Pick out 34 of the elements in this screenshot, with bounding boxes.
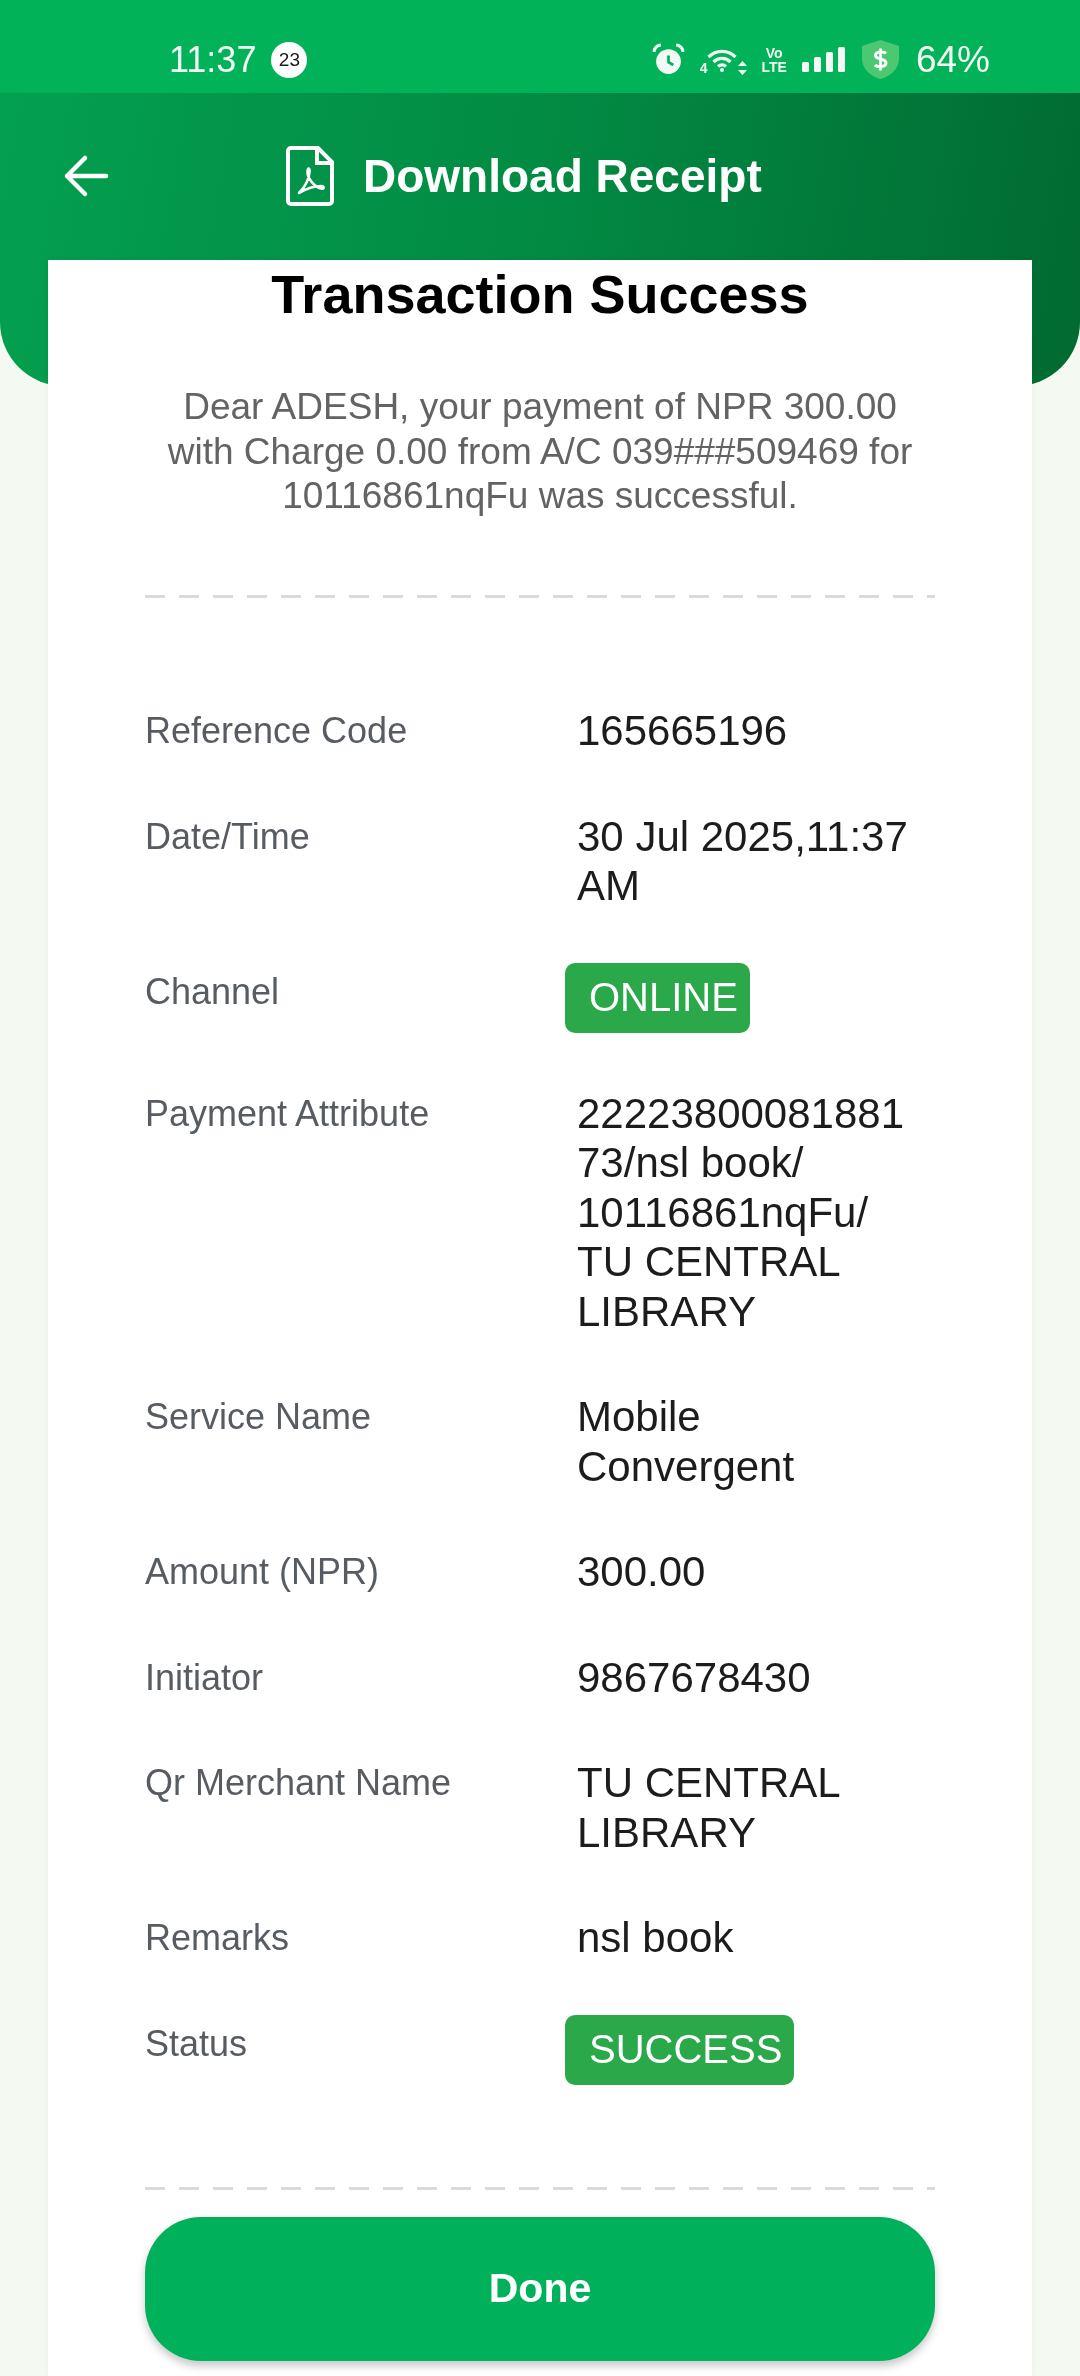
detail-value: 2222380008188173/nsl book/10116861nqFu/TU CENTRAL LIBRARY bbox=[577, 1088, 906, 1336]
detail-label: Remarks bbox=[145, 1916, 291, 1960]
status-time: 11:37 bbox=[169, 39, 257, 80]
detail-label: Qr Merchant Name bbox=[145, 1761, 453, 1805]
network-type-label: 4 bbox=[699, 60, 708, 75]
detail-label: Payment Attribute bbox=[145, 1091, 431, 1136]
data-arrows-icon bbox=[737, 60, 747, 75]
signal-icon bbox=[801, 47, 845, 72]
battery-percent: 64% bbox=[915, 39, 990, 80]
alarm-clock-icon bbox=[651, 43, 685, 76]
detail-value: 9867678430 bbox=[577, 1652, 812, 1702]
detail-label: Service Name bbox=[145, 1395, 373, 1439]
done-button[interactable]: Done bbox=[145, 2216, 935, 2361]
detail-value: 30 Jul 2025,11:37 AM bbox=[577, 811, 909, 911]
detail-label: Initiator bbox=[145, 1655, 265, 1700]
document-icon bbox=[286, 146, 334, 206]
detail-label: Date/Time bbox=[145, 814, 311, 859]
notification-count-badge: 23 bbox=[271, 41, 308, 78]
detail-value: 300.00 bbox=[577, 1547, 707, 1597]
shield-icon bbox=[859, 39, 901, 80]
detail-value: nsl book bbox=[577, 1913, 735, 1963]
detail-value: TU CENTRAL LIBRARY bbox=[577, 1758, 841, 1857]
detail-label: Channel bbox=[145, 969, 281, 1014]
payment-message: Dear ADESH, your payment of NPR 300.00 with Charge 0.00 from A/C 039###509469 for 10116861nqFu was successful. bbox=[166, 385, 914, 518]
detail-value: Mobile Convergent bbox=[577, 1392, 796, 1491]
detail-label: Amount (NPR) bbox=[145, 1550, 381, 1594]
detail-label: Status bbox=[145, 2021, 249, 2066]
value-badge: SUCCESS bbox=[565, 2014, 795, 2085]
transaction-title: Transaction Success bbox=[270, 264, 810, 324]
detail-label: Reference Code bbox=[145, 709, 409, 753]
volte-label: Vo LTE bbox=[761, 45, 787, 74]
header-title: Download Receipt bbox=[363, 149, 762, 203]
detail-value: 165665196 bbox=[577, 706, 789, 756]
value-badge: ONLINE bbox=[565, 962, 750, 1033]
